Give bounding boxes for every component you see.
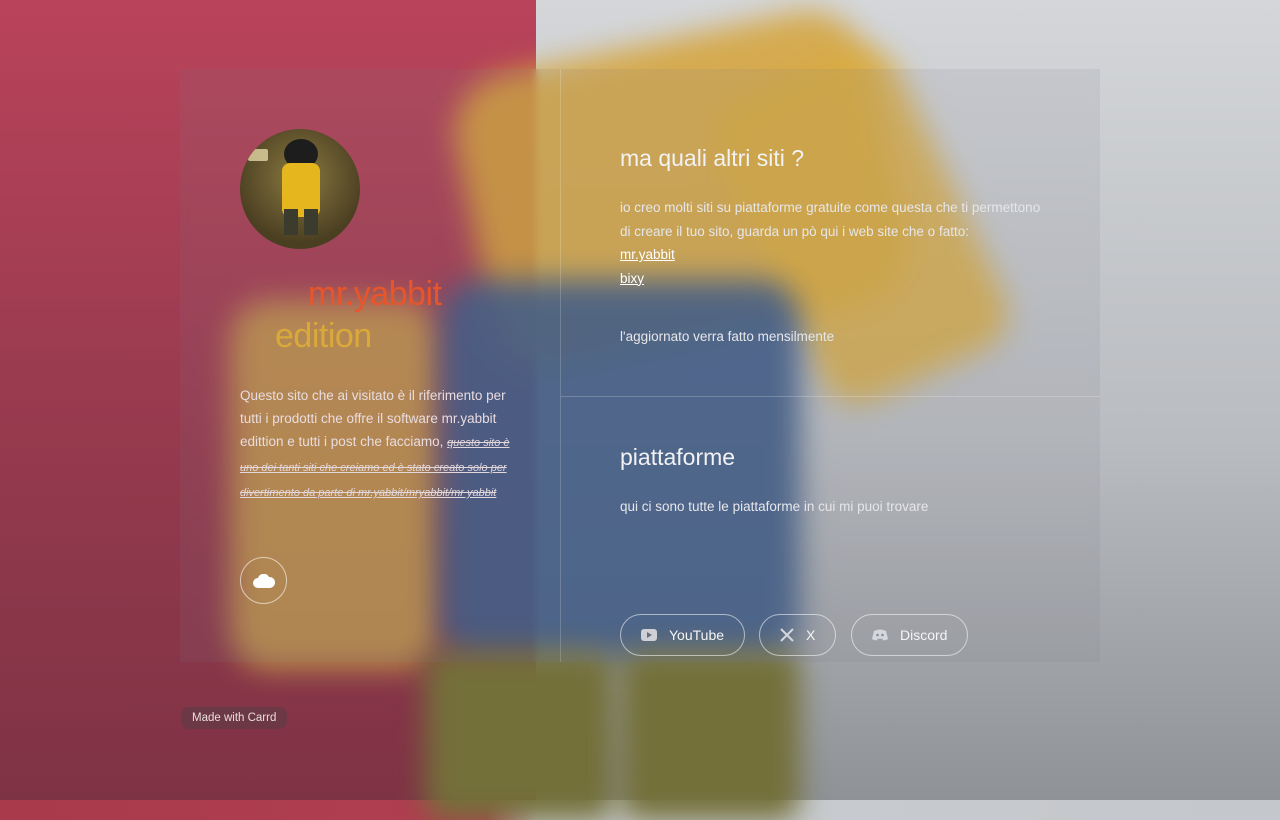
made-with-carrd-badge[interactable]: Made with Carrd [181,707,288,729]
platforms-section: piattaforme qui ci sono tutte le piattaf… [561,397,1100,662]
sites-intro-text: io creo molti siti su piattaforme gratui… [620,200,1041,239]
avatar-leg [304,209,318,235]
avatar [240,129,360,249]
site-title: mr.yabbit [308,275,442,313]
profile-description: Questo sito che ai visitato è il riferim… [240,384,510,505]
link-bixy[interactable]: bixy [620,267,1050,291]
avatar-light [248,149,268,161]
discord-button[interactable]: Discord [851,614,969,656]
platforms-heading: piattaforme [620,444,736,470]
sites-intro: io creo molti siti su piattaforme gratui… [620,196,1050,290]
sites-heading: ma quali altri siti ? [620,145,805,171]
avatar-leg [284,209,298,235]
platforms-intro: qui ci sono tutte le piattaforme in cui … [620,499,929,514]
x-button[interactable]: X [759,614,837,656]
discord-label: Discord [900,627,948,643]
youtube-button[interactable]: YouTube [620,614,746,656]
main-card: mr.yabbit edition Questo sito che ai vis… [180,69,1100,662]
background-figure-leg [425,650,615,820]
discord-icon [872,629,888,641]
cloud-button[interactable] [240,557,287,604]
youtube-label: YouTube [669,627,725,643]
cloud-icon [252,573,275,588]
link-mr-yabbit[interactable]: mr.yabbit [620,243,1050,267]
sites-footer-note: l'aggiornato verra fatto mensilmente [620,329,835,344]
sites-section: ma quali altri siti ? io creo molti siti… [561,69,1100,397]
site-subtitle: edition [275,317,372,355]
profile-column: mr.yabbit edition Questo sito che ai vis… [180,69,561,662]
youtube-icon [641,629,657,641]
x-icon [780,628,794,642]
x-label: X [806,627,816,643]
background-figure-leg [620,650,800,820]
